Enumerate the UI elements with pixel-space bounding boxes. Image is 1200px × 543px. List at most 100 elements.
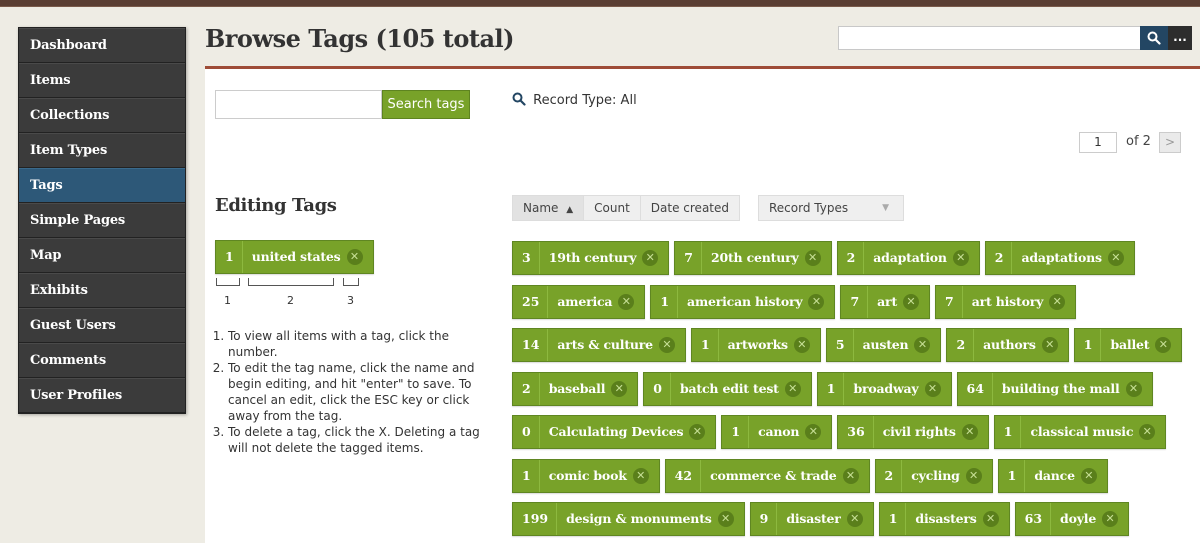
sidebar-item-map[interactable]: Map [19, 238, 185, 273]
tag-name-editable[interactable]: disaster [777, 503, 846, 535]
tag-count-link[interactable]: 1 [651, 285, 679, 318]
sidebar-item-simple-pages[interactable]: Simple Pages [19, 203, 185, 238]
tag-name-editable[interactable]: batch edit test [671, 373, 785, 405]
tag-count-link[interactable]: 0 [644, 372, 671, 405]
global-search-button[interactable] [1140, 26, 1168, 50]
delete-tag-icon[interactable]: ✕ [842, 467, 859, 484]
tag-name-editable[interactable]: Calculating Devices [540, 416, 690, 448]
tag-count-link[interactable]: 2 [876, 459, 903, 492]
search-tags-button[interactable]: Search tags [382, 90, 470, 119]
sidebar-item-comments[interactable]: Comments [19, 343, 185, 378]
tag-name-editable[interactable]: civil rights [874, 416, 962, 448]
tag-name-editable[interactable]: doyle [1051, 503, 1102, 535]
sidebar-item-exhibits[interactable]: Exhibits [19, 273, 185, 308]
delete-tag-icon[interactable]: ✕ [658, 337, 675, 353]
delete-tag-icon[interactable]: ✕ [793, 337, 810, 353]
tag-count-link[interactable]: 2 [838, 242, 865, 274]
tag-name-editable[interactable]: authors [974, 329, 1042, 361]
delete-tag-icon[interactable]: ✕ [632, 467, 649, 484]
delete-tag-icon[interactable]: ✕ [784, 380, 801, 397]
tag-name-editable[interactable]: ballet [1101, 329, 1155, 361]
tag-name-editable[interactable]: broadway [844, 373, 924, 405]
tag-name-editable[interactable]: art [868, 286, 903, 318]
tag-count-link[interactable]: 2 [986, 242, 1013, 274]
tag-count-link[interactable]: 7 [675, 242, 702, 274]
sidebar-item-items[interactable]: Items [19, 63, 185, 98]
delete-tag-icon[interactable]: ✕ [805, 424, 822, 440]
delete-tag-icon[interactable]: ✕ [1107, 250, 1124, 266]
tag-count-link[interactable]: 1 [995, 416, 1022, 448]
tag-name-editable[interactable]: cycling [902, 460, 965, 492]
delete-tag-icon[interactable]: ✕ [1125, 380, 1142, 397]
tag-name-editable[interactable]: 19th century [540, 242, 643, 274]
page-number-input[interactable]: 1 [1079, 132, 1117, 153]
record-types-select[interactable]: Record Types ▼ [758, 195, 904, 221]
tag-name-editable[interactable]: arts & culture [548, 329, 659, 361]
delete-tag-icon[interactable]: ✕ [924, 380, 941, 397]
next-page-button[interactable]: > [1159, 132, 1181, 153]
tag-name-editable[interactable]: canon [749, 416, 805, 448]
sidebar-item-guest-users[interactable]: Guest Users [19, 308, 185, 343]
tag-name-editable[interactable]: classical music [1021, 416, 1139, 448]
delete-tag-icon[interactable]: ✕ [1080, 467, 1097, 484]
tag-name-editable[interactable]: adaptations [1012, 242, 1107, 274]
tag-count-link[interactable]: 7 [841, 285, 869, 318]
delete-tag-icon[interactable]: ✕ [808, 293, 825, 310]
tag-name-editable[interactable]: dance [1025, 460, 1081, 492]
delete-tag-icon[interactable]: ✕ [965, 467, 982, 484]
tag-count-link[interactable]: 36 [838, 416, 874, 448]
tag-name-editable[interactable]: disasters [906, 503, 982, 535]
tag-count-link[interactable]: 1 [722, 416, 750, 448]
tag-count-link[interactable]: 1 [692, 329, 719, 361]
tag-count-link[interactable]: 199 [513, 503, 558, 535]
tag-count-link[interactable]: 1 [1075, 329, 1102, 361]
tag-count-link[interactable]: 14 [513, 329, 549, 361]
advanced-search-button[interactable]: ... [1168, 26, 1192, 50]
tag-name-editable[interactable]: commerce & trade [701, 460, 842, 492]
delete-tag-icon[interactable]: ✕ [642, 250, 659, 266]
tag-count-link[interactable]: 9 [751, 503, 778, 535]
tag-name-editable[interactable]: austen [854, 329, 915, 361]
tag-count-link[interactable]: 63 [1016, 503, 1052, 535]
sidebar-item-user-profiles[interactable]: User Profiles [19, 378, 185, 413]
sidebar-item-dashboard[interactable]: Dashboard [19, 28, 185, 63]
delete-tag-icon[interactable]: ✕ [1049, 293, 1066, 310]
global-search-input[interactable] [838, 26, 1140, 50]
delete-tag-icon[interactable]: ✕ [1155, 337, 1172, 353]
tag-name-editable[interactable]: design & monuments [557, 503, 718, 535]
delete-tag-icon[interactable]: ✕ [611, 380, 628, 397]
sidebar-item-collections[interactable]: Collections [19, 98, 185, 133]
tag-name-editable[interactable]: adaptation [864, 242, 953, 274]
delete-tag-icon[interactable]: ✕ [1139, 424, 1156, 440]
sort-by-count[interactable]: Count [584, 196, 641, 220]
sort-by-name[interactable]: Name ▲ [513, 196, 585, 220]
delete-tag-icon[interactable]: ✕ [804, 250, 821, 266]
tag-count-link[interactable]: 0 [513, 416, 540, 448]
sidebar-item-tags[interactable]: Tags [19, 168, 185, 203]
delete-tag-icon[interactable]: ✕ [952, 250, 969, 266]
tag-name-editable[interactable]: comic book [540, 460, 633, 492]
record-type-filter[interactable]: Record Type: All [512, 92, 637, 108]
tag-count-link[interactable]: 42 [666, 459, 702, 492]
delete-tag-icon[interactable]: ✕ [961, 424, 978, 440]
tag-name-editable[interactable]: baseball [540, 373, 612, 405]
delete-tag-icon[interactable]: ✕ [717, 511, 734, 527]
tag-count-link[interactable]: 5 [827, 329, 854, 361]
tag-name-editable[interactable]: artworks [719, 329, 794, 361]
tag-count-link[interactable]: 25 [513, 285, 549, 318]
tag-name-editable[interactable]: america [548, 286, 618, 318]
delete-tag-icon[interactable]: ✕ [846, 511, 863, 527]
tag-count-link[interactable]: 2 [947, 329, 975, 361]
tag-count-link[interactable]: 1 [999, 459, 1026, 492]
delete-tag-icon[interactable]: ✕ [903, 293, 920, 310]
tag-count-link[interactable]: 1 [880, 503, 907, 535]
sort-by-date-created[interactable]: Date created [641, 196, 739, 220]
delete-tag-icon[interactable]: ✕ [982, 511, 999, 527]
tag-name-editable[interactable]: building the mall [993, 373, 1126, 405]
tag-search-input[interactable] [215, 90, 382, 119]
tag-count-link[interactable]: 1 [513, 459, 540, 492]
delete-tag-icon[interactable]: ✕ [618, 293, 635, 310]
tag-name-editable[interactable]: 20th century [702, 242, 805, 274]
tag-count-link[interactable]: 2 [513, 372, 540, 405]
delete-tag-icon[interactable]: ✕ [689, 424, 706, 440]
